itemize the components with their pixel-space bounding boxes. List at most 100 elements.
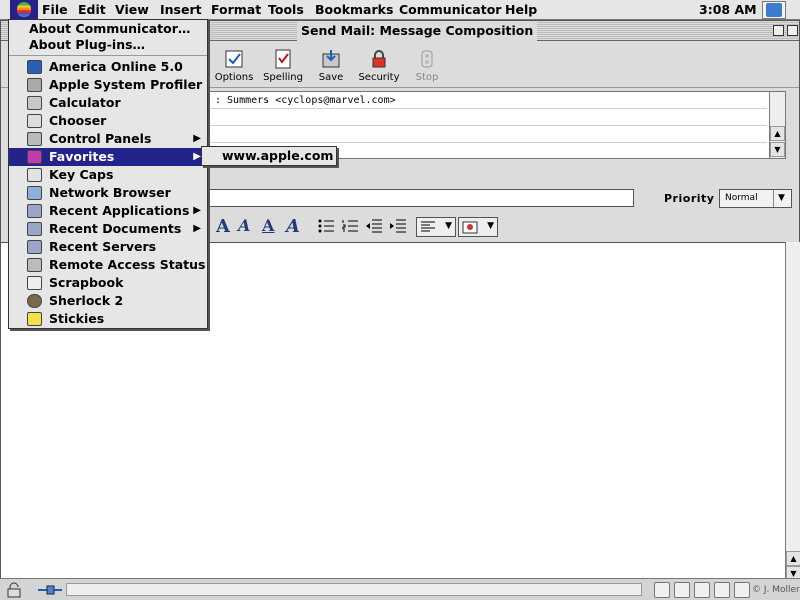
recent-applications-icon — [27, 204, 42, 218]
menu-communicator[interactable]: Communicator — [393, 0, 507, 20]
address-row[interactable]: : Summers <cyclops@marvel.com> — [207, 92, 767, 109]
calculator-icon — [27, 96, 42, 110]
control-panels-icon — [27, 132, 42, 146]
security-button[interactable]: Security — [354, 46, 404, 86]
menu-edit[interactable]: Edit — [72, 0, 112, 20]
text-color-icon[interactable]: A — [286, 216, 300, 238]
alignment-popup[interactable]: ▼ — [416, 217, 456, 237]
priority-select[interactable]: Normal ▼ — [719, 189, 792, 208]
apple-logo-icon — [17, 2, 31, 17]
application-menu-icon[interactable] — [762, 1, 786, 19]
collapse-box-icon[interactable] — [787, 25, 798, 36]
menubar-clock[interactable]: 3:08 AM — [699, 0, 757, 20]
zoom-box-icon[interactable] — [773, 25, 784, 36]
recent-servers-icon — [27, 240, 42, 254]
chevron-down-icon: ▼ — [445, 221, 452, 231]
options-label: Options — [214, 72, 254, 83]
text-size-decrease-icon[interactable]: A — [216, 216, 230, 238]
window-title: Send Mail: Message Composition — [297, 21, 538, 41]
menu-item-favorites[interactable]: Favorites ▶ — [9, 148, 207, 166]
security-lock-icon[interactable] — [6, 582, 22, 598]
chevron-down-icon: ▼ — [773, 190, 789, 207]
insert-image-icon — [462, 221, 478, 234]
options-button[interactable]: Options — [209, 46, 259, 86]
favorite-item-apple[interactable]: www.apple.com — [202, 147, 336, 165]
address-book-icon[interactable] — [734, 582, 750, 598]
menu-item-remote-access-status[interactable]: Remote Access Status — [9, 256, 207, 274]
stop-icon — [421, 50, 433, 68]
scroll-down-arrow-icon[interactable]: ▼ — [770, 142, 785, 157]
menu-bookmarks[interactable]: Bookmarks — [309, 0, 399, 20]
menu-item-stickies[interactable]: Stickies — [9, 310, 207, 328]
address-row[interactable] — [207, 109, 767, 126]
indent-icon[interactable] — [390, 219, 406, 233]
underline-style-icon[interactable]: A — [262, 216, 274, 238]
favorites-folder-icon — [27, 150, 42, 164]
key-caps-icon — [27, 168, 42, 182]
save-button[interactable]: Save — [306, 46, 356, 86]
spelling-button[interactable]: Spelling — [258, 46, 308, 86]
watermark-credit: © J. Moller — [752, 585, 800, 595]
address-row[interactable] — [207, 126, 767, 143]
menu-tools[interactable]: Tools — [262, 0, 310, 20]
menu-item-key-caps[interactable]: Key Caps — [9, 166, 207, 184]
chooser-icon — [27, 114, 42, 128]
apple-menu-title[interactable] — [10, 0, 38, 20]
scroll-up-arrow-icon[interactable]: ▲ — [770, 126, 785, 141]
aol-icon — [27, 60, 42, 74]
stop-button[interactable]: Stop — [402, 46, 452, 86]
priority-label: Priority : — [664, 192, 724, 205]
submenu-arrow-icon: ▶ — [193, 205, 201, 216]
chevron-down-icon: ▼ — [487, 221, 494, 231]
menu-item-recent-servers[interactable]: Recent Servers — [9, 238, 207, 256]
system-profiler-icon — [27, 78, 42, 92]
sherlock-magnifier-icon — [27, 294, 42, 308]
spelling-label: Spelling — [263, 72, 303, 83]
favorites-submenu: www.apple.com — [201, 146, 337, 166]
mailbox-icon[interactable] — [674, 582, 690, 598]
menu-file[interactable]: File — [36, 0, 74, 20]
spelling-icon — [275, 49, 291, 69]
status-bar: © J. Moller — [0, 578, 800, 600]
status-message-field — [66, 583, 642, 596]
submenu-arrow-icon: ▶ — [193, 151, 201, 162]
insert-object-popup[interactable]: ▼ — [458, 217, 498, 237]
menu-format[interactable]: Format — [205, 0, 267, 20]
menu-item-chooser[interactable]: Chooser — [9, 112, 207, 130]
priority-value: Normal — [725, 193, 758, 203]
scrapbook-icon — [27, 276, 42, 290]
options-checkbox-icon — [225, 50, 243, 68]
align-left-icon — [421, 221, 435, 232]
menu-item-control-panels[interactable]: Control Panels ▶ — [9, 130, 207, 148]
scroll-up-arrow-icon[interactable]: ▲ — [786, 551, 800, 566]
menu-item-recent-applications[interactable]: Recent Applications ▶ — [9, 202, 207, 220]
menu-item-about-plugins[interactable]: About Plug-ins… — [9, 36, 207, 54]
menu-item-scrapbook[interactable]: Scrapbook — [9, 274, 207, 292]
discussion-icon[interactable] — [694, 582, 710, 598]
composer-icon[interactable] — [714, 582, 730, 598]
recent-documents-icon — [27, 222, 42, 236]
menu-item-recent-documents[interactable]: Recent Documents ▶ — [9, 220, 207, 238]
save-label: Save — [318, 72, 344, 83]
menu-insert[interactable]: Insert — [154, 0, 208, 20]
lock-icon — [372, 50, 386, 68]
address-scrollbar[interactable]: ▲ ▼ — [769, 92, 785, 158]
navigator-icon[interactable] — [654, 582, 670, 598]
network-browser-icon — [27, 186, 42, 200]
menu-item-america-online[interactable]: America Online 5.0 — [9, 58, 207, 76]
bullet-list-icon[interactable] — [318, 219, 334, 233]
menu-view[interactable]: View — [109, 0, 155, 20]
menu-item-network-browser[interactable]: Network Browser — [9, 184, 207, 202]
connection-plug-icon — [38, 585, 62, 595]
italic-style-icon[interactable]: A — [238, 216, 250, 238]
menu-item-calculator[interactable]: Calculator — [9, 94, 207, 112]
menu-separator — [9, 55, 207, 56]
menu-item-system-profiler[interactable]: Apple System Profiler — [9, 76, 207, 94]
numbered-list-icon[interactable] — [342, 219, 358, 233]
menu-item-sherlock[interactable]: Sherlock 2 — [9, 292, 207, 310]
apple-menu-dropdown: About Communicator… About Plug-ins… Amer… — [8, 19, 208, 329]
outdent-icon[interactable] — [366, 219, 382, 233]
body-vertical-scrollbar[interactable]: ▲ ▼ — [785, 242, 800, 584]
subject-field[interactable] — [206, 189, 634, 207]
menu-help[interactable]: Help — [499, 0, 543, 20]
